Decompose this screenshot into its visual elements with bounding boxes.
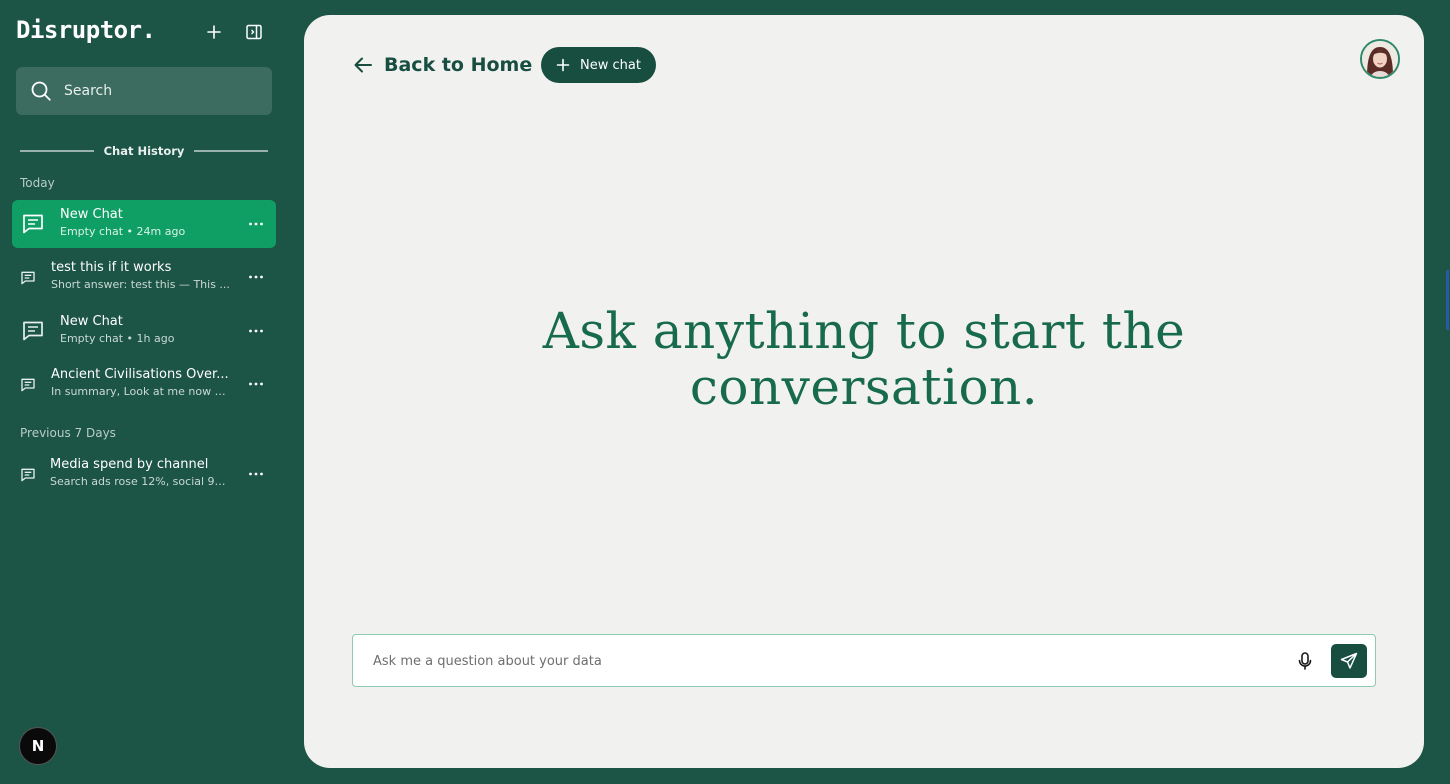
- user-avatar[interactable]: [1360, 39, 1400, 79]
- empty-state-heading: Ask anything to start the conversation.: [304, 303, 1424, 415]
- chat-item-title: Ancient Civilisations Over...: [51, 367, 229, 382]
- new-chat-label: New chat: [580, 57, 641, 73]
- more-horizontal-icon[interactable]: [248, 217, 264, 231]
- chat-history-item[interactable]: test this if it works Short answer: test…: [12, 253, 276, 301]
- avatar-image: [1362, 41, 1398, 77]
- chat-item-subtitle: Short answer: test this — This ...: [51, 278, 230, 291]
- message-icon: [23, 321, 43, 341]
- divider-line: [20, 150, 94, 152]
- empty-state-line-1: Ask anything to start the: [542, 302, 1186, 360]
- message-icon: [21, 468, 35, 482]
- search-placeholder: Search: [64, 83, 113, 99]
- new-chat-button[interactable]: New chat: [541, 47, 656, 83]
- group-label-today: Today: [20, 176, 55, 190]
- message-icon: [23, 214, 43, 234]
- chat-item-subtitle: In summary, Look at me now —...: [51, 385, 236, 398]
- chat-item-subtitle: Empty chat • 1h ago: [60, 332, 175, 345]
- chat-history-item[interactable]: New Chat Empty chat • 24m ago: [12, 200, 276, 248]
- app-badge[interactable]: N: [19, 727, 57, 765]
- search-input[interactable]: Search: [16, 67, 272, 115]
- window-edge-accent: [1446, 270, 1449, 330]
- plus-icon[interactable]: [204, 22, 224, 42]
- chat-history-heading: Chat History: [103, 144, 185, 158]
- chat-item-title: New Chat: [60, 314, 123, 329]
- microphone-icon[interactable]: [1295, 651, 1315, 671]
- send-icon: [1340, 652, 1358, 669]
- more-horizontal-icon[interactable]: [248, 377, 264, 391]
- chat-history-divider: Chat History: [20, 142, 268, 160]
- chat-history-item[interactable]: New Chat Empty chat • 1h ago: [12, 307, 276, 355]
- more-horizontal-icon[interactable]: [248, 270, 264, 284]
- chat-item-title: New Chat: [60, 207, 123, 222]
- chat-item-title: test this if it works: [51, 260, 172, 275]
- more-horizontal-icon[interactable]: [248, 467, 264, 481]
- main-panel: Back to Home New chat Ask anything to st…: [304, 15, 1424, 768]
- message-input[interactable]: [373, 649, 1273, 673]
- arrow-left-icon: [354, 57, 372, 73]
- empty-state-line-2: conversation.: [689, 358, 1039, 416]
- chat-history-item[interactable]: Ancient Civilisations Over... In summary…: [12, 360, 276, 408]
- chat-item-subtitle: Empty chat • 24m ago: [60, 225, 186, 238]
- message-icon: [21, 378, 35, 392]
- back-to-home-link[interactable]: Back to Home: [352, 51, 532, 79]
- chat-item-title: Media spend by channel: [50, 457, 209, 472]
- brand-logo[interactable]: Disruptor.: [16, 16, 156, 44]
- search-icon: [31, 81, 51, 101]
- group-label-previous-7-days: Previous 7 Days: [20, 426, 116, 440]
- chat-composer: [352, 634, 1376, 687]
- plus-icon: [556, 58, 570, 72]
- chat-item-subtitle: Search ads rose 12%, social 9%...: [50, 475, 235, 488]
- divider-line: [194, 150, 268, 152]
- message-icon: [21, 271, 35, 285]
- back-to-home-label: Back to Home: [384, 54, 533, 76]
- more-horizontal-icon[interactable]: [248, 324, 264, 338]
- sidebar: Disruptor. Search Chat History Today New…: [0, 0, 288, 784]
- send-button[interactable]: [1331, 644, 1367, 678]
- sidebar-collapse-icon[interactable]: [244, 22, 264, 42]
- chat-history-item[interactable]: Media spend by channel Search ads rose 1…: [12, 450, 276, 498]
